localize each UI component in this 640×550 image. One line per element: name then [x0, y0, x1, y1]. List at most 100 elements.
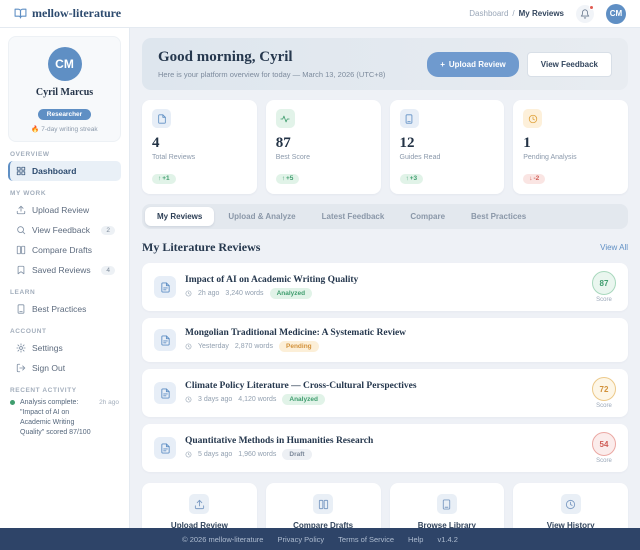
- review-row[interactable]: Climate Policy Literature — Cross-Cultur…: [142, 369, 628, 417]
- action-label: View History: [519, 521, 622, 528]
- sidebar-item-dashboard[interactable]: Dashboard: [8, 161, 121, 181]
- stat-value: 1: [523, 135, 618, 152]
- review-title: Climate Policy Literature — Cross-Cultur…: [185, 381, 417, 391]
- action-upload-review[interactable]: Upload Review: [142, 483, 257, 528]
- view-all-link[interactable]: View All: [600, 243, 628, 252]
- score-circle: 54: [592, 432, 616, 456]
- sidebar-item-label: Dashboard: [32, 166, 76, 176]
- pulse-icon: [276, 109, 295, 128]
- stats-row: 4 Total Reviews ↑+1 87 Best Score ↑+5 12…: [142, 100, 628, 194]
- stat-value: 12: [400, 135, 495, 152]
- delta-badge: ↑+3: [400, 174, 424, 184]
- tab-latest-feedback[interactable]: Latest Feedback: [310, 207, 397, 226]
- stat-card-guides-read: 12 Guides Read ↑+3: [390, 100, 505, 194]
- review-words: 2,870 words: [235, 343, 273, 350]
- action-compare-drafts[interactable]: Compare Drafts: [266, 483, 381, 528]
- section-label-recent-activity: RECENT ACTIVITY: [10, 387, 119, 394]
- notification-dot: [589, 5, 594, 10]
- delta-badge: ↓-2: [523, 174, 545, 184]
- profile-name: Cyril Marcus: [15, 87, 114, 98]
- score-label: Score: [592, 458, 616, 464]
- action-label: Browse Library: [396, 521, 499, 528]
- review-time: 2h ago: [198, 290, 219, 297]
- breadcrumb-separator: /: [512, 9, 514, 18]
- review-row[interactable]: Impact of AI on Academic Writing Quality…: [142, 263, 628, 311]
- tab-my-reviews[interactable]: My Reviews: [145, 207, 214, 226]
- greeting-title: Good morning, Cyril: [158, 49, 385, 66]
- app-logo[interactable]: mellow-literature: [14, 6, 121, 21]
- section-title: My Literature Reviews: [142, 240, 260, 255]
- view-feedback-button[interactable]: View Feedback: [527, 52, 612, 77]
- sidebar-item-saved-reviews[interactable]: Saved Reviews 4: [8, 260, 121, 280]
- tab-compare[interactable]: Compare: [398, 207, 457, 226]
- action-browse-library[interactable]: Browse Library: [390, 483, 505, 528]
- section-label-account: ACCOUNT: [10, 328, 119, 335]
- sidebar-item-best-practices[interactable]: Best Practices: [8, 299, 121, 319]
- breadcrumb-current: My Reviews: [519, 9, 564, 18]
- count-badge: 2: [101, 226, 115, 235]
- upload-icon: [16, 205, 26, 215]
- sidebar-item-upload-review[interactable]: Upload Review: [8, 200, 121, 220]
- open-book-icon: [14, 7, 27, 20]
- review-time: Yesterday: [198, 343, 229, 350]
- section-label-overview: OVERVIEW: [10, 151, 119, 158]
- section-label-my-work: MY WORK: [10, 190, 119, 197]
- clock-icon: [185, 451, 192, 458]
- score-circle: 72: [592, 377, 616, 401]
- stat-value: 4: [152, 135, 247, 152]
- notifications-button[interactable]: [576, 5, 594, 23]
- grid-icon: [16, 166, 26, 176]
- review-title: Impact of AI on Academic Writing Quality: [185, 275, 358, 285]
- help-link[interactable]: Help: [408, 535, 423, 544]
- review-time: 5 days ago: [198, 451, 232, 458]
- profile-avatar: CM: [48, 47, 82, 81]
- stat-value: 87: [276, 135, 371, 152]
- review-title: Quantitative Methods in Humanities Resea…: [185, 436, 373, 446]
- privacy-policy-link[interactable]: Privacy Policy: [277, 535, 324, 544]
- sidebar-item-view-feedback[interactable]: View Feedback 2: [8, 220, 121, 240]
- delta-badge: ↑+1: [152, 174, 176, 184]
- review-title: Mongolian Traditional Medicine: A System…: [185, 328, 406, 338]
- upload-review-button[interactable]: + Upload Review: [427, 52, 519, 77]
- stat-label: Best Score: [276, 154, 371, 161]
- status-badge: Pending: [279, 341, 319, 352]
- file-text-icon: [154, 437, 176, 459]
- sidebar-item-compare-drafts[interactable]: Compare Drafts: [8, 240, 121, 260]
- clock-icon: [185, 396, 192, 403]
- breadcrumb-parent[interactable]: Dashboard: [469, 9, 508, 18]
- up-arrow-icon: ↑: [406, 175, 409, 182]
- file-text-icon: [154, 276, 176, 298]
- main-content: Good morning, Cyril Here is your platfor…: [130, 28, 640, 528]
- sidebar: CM Cyril Marcus Researcher 🔥 7-day writi…: [0, 28, 130, 528]
- profile-card: CM Cyril Marcus Researcher 🔥 7-day writi…: [8, 36, 121, 142]
- status-badge: Analyzed: [270, 288, 313, 299]
- score-label: Score: [592, 403, 616, 409]
- user-avatar[interactable]: CM: [606, 4, 626, 24]
- clock-icon: [185, 343, 192, 350]
- down-arrow-icon: ↓: [529, 175, 532, 182]
- app-title: mellow-literature: [32, 6, 121, 21]
- stat-label: Guides Read: [400, 154, 495, 161]
- version-text: v1.4.2: [437, 535, 457, 544]
- tab-best-practices[interactable]: Best Practices: [459, 207, 538, 226]
- clock-icon: [561, 494, 581, 514]
- bookmark-icon: [16, 265, 26, 275]
- review-row[interactable]: Mongolian Traditional Medicine: A System…: [142, 318, 628, 362]
- breadcrumb: Dashboard / My Reviews: [469, 9, 564, 18]
- stat-label: Pending Analysis: [523, 154, 618, 161]
- file-text-icon: [154, 329, 176, 351]
- bell-icon: [580, 9, 590, 19]
- tab-upload-analyze[interactable]: Upload & Analyze: [216, 207, 307, 226]
- review-row[interactable]: Quantitative Methods in Humanities Resea…: [142, 424, 628, 472]
- review-time: 3 days ago: [198, 396, 232, 403]
- action-view-history[interactable]: View History: [513, 483, 628, 528]
- document-icon: [152, 109, 171, 128]
- stat-card-pending-analysis: 1 Pending Analysis ↓-2: [513, 100, 628, 194]
- sidebar-item-sign-out[interactable]: Sign Out: [8, 358, 121, 378]
- count-badge: 4: [101, 266, 115, 275]
- terms-of-service-link[interactable]: Terms of Service: [338, 535, 394, 544]
- sidebar-item-settings[interactable]: Settings: [8, 338, 121, 358]
- sidebar-item-label: Upload Review: [32, 205, 89, 215]
- sidebar-item-label: Sign Out: [32, 363, 65, 373]
- stat-card-best-score: 87 Best Score ↑+5: [266, 100, 381, 194]
